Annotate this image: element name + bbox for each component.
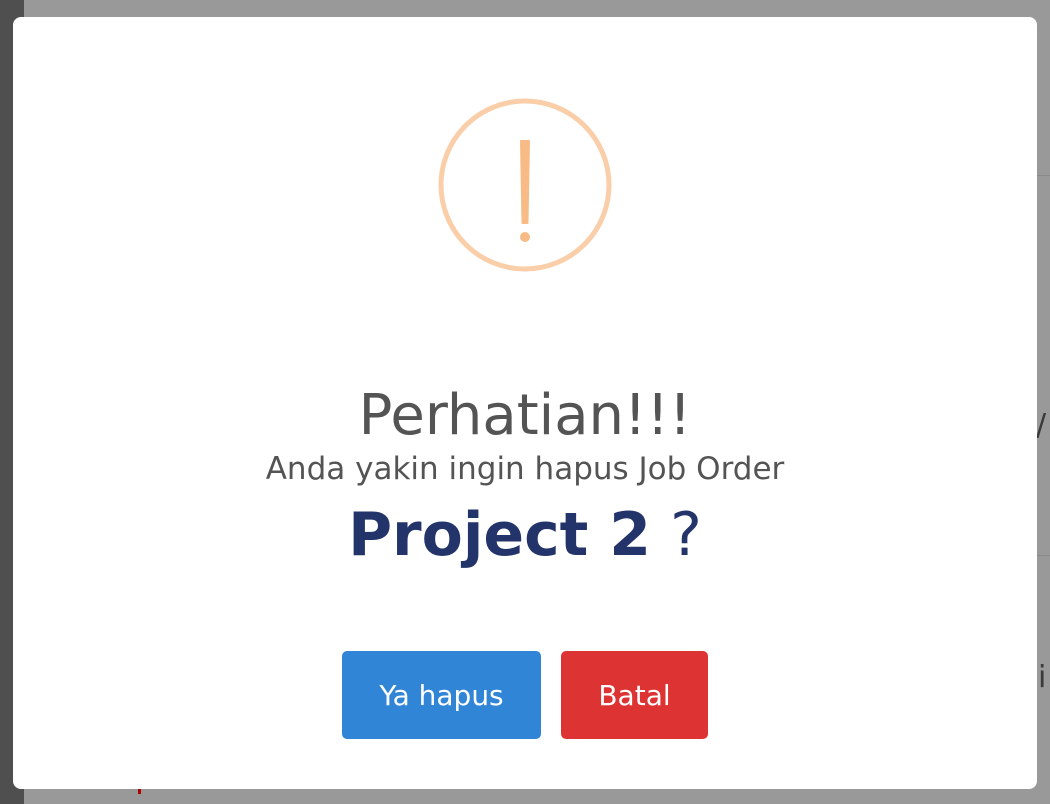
background-glyph: i	[1038, 660, 1047, 695]
project-name: Project 2	[348, 500, 651, 570]
confirm-delete-button[interactable]: Ya hapus	[342, 651, 541, 739]
project-question: Project 2 ?	[13, 497, 1037, 573]
background-glyph: /	[1036, 408, 1047, 443]
warning-exclamation-icon	[438, 98, 612, 272]
confirm-delete-dialog: Perhatian!!! Anda yakin ingin hapus Job …	[13, 17, 1037, 789]
question-mark: ?	[670, 500, 702, 570]
cancel-button[interactable]: Batal	[561, 651, 708, 739]
dialog-message: Anda yakin ingin hapus Job Order	[265, 451, 785, 487]
dialog-title: Perhatian!!!	[358, 383, 692, 449]
